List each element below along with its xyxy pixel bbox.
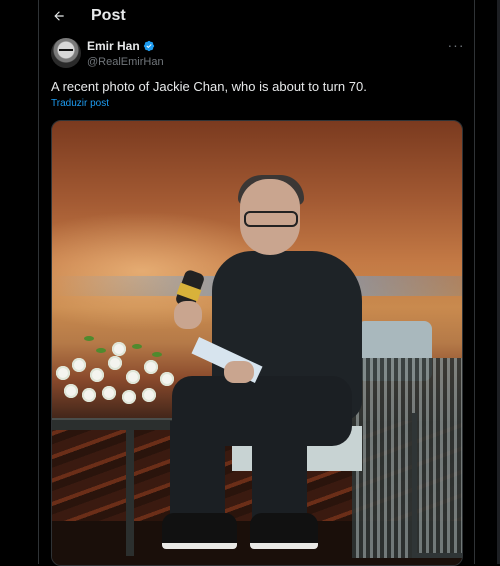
author-row: Emir Han @RealEmirHan ··· bbox=[51, 38, 466, 74]
back-button[interactable] bbox=[41, 0, 77, 32]
author-names: Emir Han @RealEmirHan bbox=[87, 39, 164, 68]
flower-arrangement bbox=[52, 326, 182, 416]
more-horizontal-icon: ··· bbox=[447, 37, 465, 53]
translate-post-link[interactable]: Traduzir post bbox=[51, 98, 109, 109]
tweet-text: A recent photo of Jackie Chan, who is ab… bbox=[51, 79, 367, 94]
avatar[interactable] bbox=[51, 38, 81, 68]
column-border-left bbox=[38, 0, 39, 564]
tweet-photo[interactable] bbox=[51, 120, 463, 566]
arrow-left-icon bbox=[54, 11, 64, 21]
verified-badge-icon bbox=[143, 40, 154, 52]
page-title: Post bbox=[91, 7, 126, 24]
post-header: Post bbox=[39, 0, 474, 32]
more-options-button[interactable]: ··· bbox=[446, 37, 466, 54]
author-handle[interactable]: @RealEmirHan bbox=[87, 56, 164, 68]
author-display-name[interactable]: Emir Han bbox=[87, 39, 140, 53]
column-border-right bbox=[474, 0, 475, 564]
